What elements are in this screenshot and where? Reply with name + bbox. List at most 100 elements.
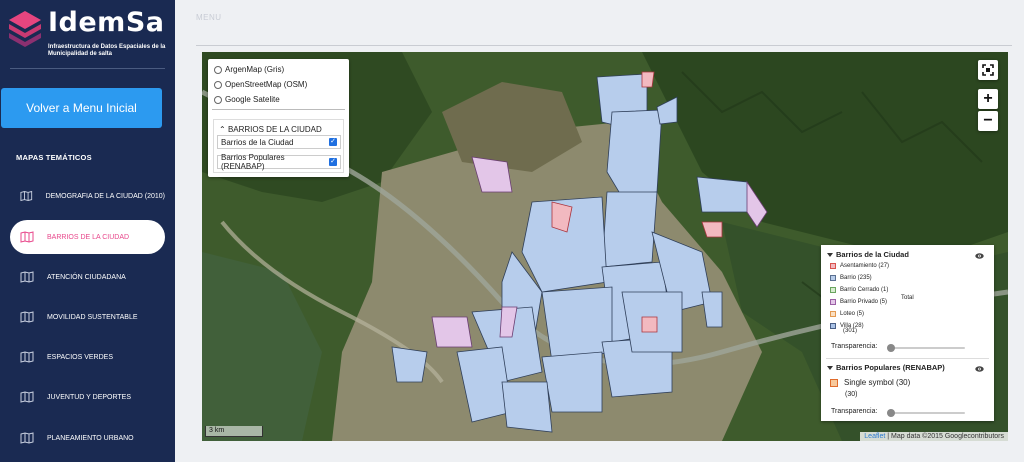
legend-swatch — [830, 299, 836, 305]
sidebar-item[interactable]: DEMOGRAFIA DE LA CIUDAD (2010) — [10, 179, 165, 213]
legend-swatch — [830, 311, 836, 317]
transparency-slider[interactable] — [887, 347, 965, 349]
visibility-eye-icon[interactable] — [975, 366, 984, 372]
checkbox[interactable]: ✓ — [329, 158, 337, 166]
checkbox[interactable]: ✓ — [329, 138, 337, 146]
overlay-group-label: BARRIOS DE LA CIUDAD — [227, 125, 322, 134]
sidebar: IdemSa Infraestructura de Datos Espacial… — [0, 0, 175, 462]
brand-name: IdemSa — [48, 7, 165, 38]
base-layer-label: ArgenMap (Gris) — [225, 65, 285, 74]
transparency-slider[interactable] — [887, 412, 965, 414]
legend-item-label: Single symbol (30) — [844, 378, 911, 387]
leaflet-link[interactable]: Leaflet — [864, 433, 885, 440]
overlay-barrios-populares[interactable]: Barrios Populares (RENABAP) ✓ — [217, 153, 341, 171]
legend-swatch — [830, 287, 836, 293]
map-icon — [20, 311, 34, 323]
zoom-out-button[interactable]: − — [978, 111, 998, 131]
overlay-group: ⌃ BARRIOS DE LA CIUDAD Barrios de la Ciu… — [213, 119, 344, 173]
sidebar-item-label: MOVILIDAD SUSTENTABLE — [47, 313, 138, 321]
attribution-mapdata: Map data ©2015 Google — [891, 433, 968, 440]
fullscreen-button[interactable] — [978, 60, 998, 80]
base-layer-google[interactable]: Google Satelite — [214, 95, 280, 104]
legend-swatch — [830, 378, 838, 387]
layer-switcher: ArgenMap (Gris) OpenStreetMap (OSM) Goog… — [208, 59, 349, 177]
base-layer-osm[interactable]: OpenStreetMap (OSM) — [214, 80, 307, 89]
map-attribution: Leaflet | Map data ©2015 Googlecontribut… — [860, 432, 1008, 441]
legend-swatch — [830, 275, 836, 281]
radio-button[interactable] — [214, 65, 222, 74]
legend-panel: Barrios de la Ciudad Asentamiento (27) Ba… — [821, 245, 994, 421]
sidebar-item[interactable]: ATENCIÓN CIUDADANA — [10, 260, 165, 294]
sidebar-item-label: PLANEAMIENTO URBANO — [47, 434, 134, 442]
overlay-group-title[interactable]: ⌃ BARRIOS DE LA CIUDAD — [219, 125, 322, 134]
attribution-contributors: contributors — [967, 433, 1004, 440]
brand-subtitle: Infraestructura de Datos Espaciales de l… — [48, 44, 166, 57]
sidebar-item[interactable]: PLANEAMIENTO URBANO — [10, 421, 165, 455]
map-icon — [20, 271, 34, 283]
legend-group-barrios-ciudad[interactable]: Barrios de la Ciudad — [827, 250, 909, 259]
collapse-icon — [827, 252, 833, 257]
logo: IdemSa Infraestructura de Datos Espacial… — [8, 7, 168, 64]
radio-button[interactable] — [214, 95, 222, 104]
legend-item-label: Asentamiento (27) — [840, 263, 890, 269]
map-icon — [20, 351, 34, 363]
legend-item: Barrio Privado (5) — [830, 299, 887, 305]
sidebar-item[interactable]: JUVENTUD Y DEPORTES — [10, 380, 165, 414]
legend-item-label: Barrio Privado (5) — [840, 299, 888, 305]
sidebar-item-label: ATENCIÓN CIUDADANA — [47, 273, 126, 281]
legend-group-barrios-populares[interactable]: Barrios Populares (RENABAP) — [827, 363, 945, 372]
visibility-eye-icon[interactable] — [975, 253, 984, 259]
divider — [196, 45, 1012, 46]
sidebar-item-label: DEMOGRAFIA DE LA CIUDAD (2010) — [45, 192, 165, 200]
back-to-menu-button[interactable]: Volver a Menu Inicial — [1, 88, 162, 128]
transparency-label: Transparencia: — [831, 408, 878, 415]
sidebar-item[interactable]: BARRIOS DE LA CIUDAD — [10, 220, 165, 254]
legend-item-label: Barrio (235) — [840, 275, 872, 281]
base-layer-label: Google Satelite — [225, 95, 280, 104]
legend-item: Barrio (235) — [830, 275, 872, 281]
collapse-icon — [827, 365, 833, 370]
legend-group-title: Barrios de la Ciudad — [836, 250, 909, 259]
sidebar-item[interactable]: ESPACIOS VERDES — [10, 340, 165, 374]
sidebar-item-label: ESPACIOS VERDES — [47, 353, 114, 361]
map-icon — [20, 391, 34, 403]
zoom-in-button[interactable]: + — [978, 89, 998, 109]
legend-swatch — [830, 263, 836, 269]
sidebar-item[interactable]: MOVILIDAD SUSTENTABLE — [10, 300, 165, 334]
transparency-slider-knob[interactable] — [887, 344, 895, 352]
legend-swatch — [830, 323, 836, 329]
sidebar-item-label: JUVENTUD Y DEPORTES — [47, 393, 132, 401]
overlay-barrios-ciudad[interactable]: Barrios de la Ciudad ✓ — [217, 135, 341, 149]
legend-item: Loteo (5) — [830, 311, 864, 317]
legend-item-label: Barrio Cerrado (1) — [840, 287, 889, 293]
legend-item: Single symbol (30) — [830, 378, 910, 387]
base-layer-argenmap[interactable]: ArgenMap (Gris) — [214, 65, 284, 74]
map-view[interactable]: ArgenMap (Gris) OpenStreetMap (OSM) Goog… — [202, 52, 1008, 441]
overlay-label: Barrios Populares (RENABAP) — [221, 153, 285, 171]
divider — [10, 68, 165, 69]
menu-label[interactable]: MENU — [196, 13, 222, 22]
overlay-label: Barrios de la Ciudad — [221, 137, 294, 147]
legend-total-value: (30) — [845, 391, 858, 398]
radio-button[interactable] — [214, 80, 222, 89]
legend-item: Asentamiento (27) — [830, 263, 889, 269]
map-icon — [20, 190, 33, 202]
logo-icon — [9, 11, 41, 47]
map-icon — [20, 231, 34, 243]
base-layer-label: OpenStreetMap (OSM) — [225, 80, 308, 89]
collapse-icon: ⌃ — [219, 125, 226, 134]
transparency-slider-knob[interactable] — [887, 409, 895, 417]
transparency-label: Transparencia: — [831, 343, 878, 350]
fullscreen-icon — [982, 64, 994, 76]
scale-bar: 3 km — [205, 426, 263, 437]
divider — [826, 358, 989, 359]
legend-total-value: (301) — [843, 328, 858, 334]
legend-total-label: Total — [901, 295, 914, 301]
sidebar-item-label: BARRIOS DE LA CIUDAD — [47, 233, 130, 241]
legend-item: Barrio Cerrado (1) — [830, 287, 888, 293]
map-icon — [20, 432, 34, 444]
section-title: MAPAS TEMÁTICOS — [16, 153, 92, 162]
legend-item-label: Loteo (5) — [840, 311, 865, 317]
divider — [212, 109, 345, 110]
legend-group-title: Barrios Populares (RENABAP) — [836, 363, 945, 372]
